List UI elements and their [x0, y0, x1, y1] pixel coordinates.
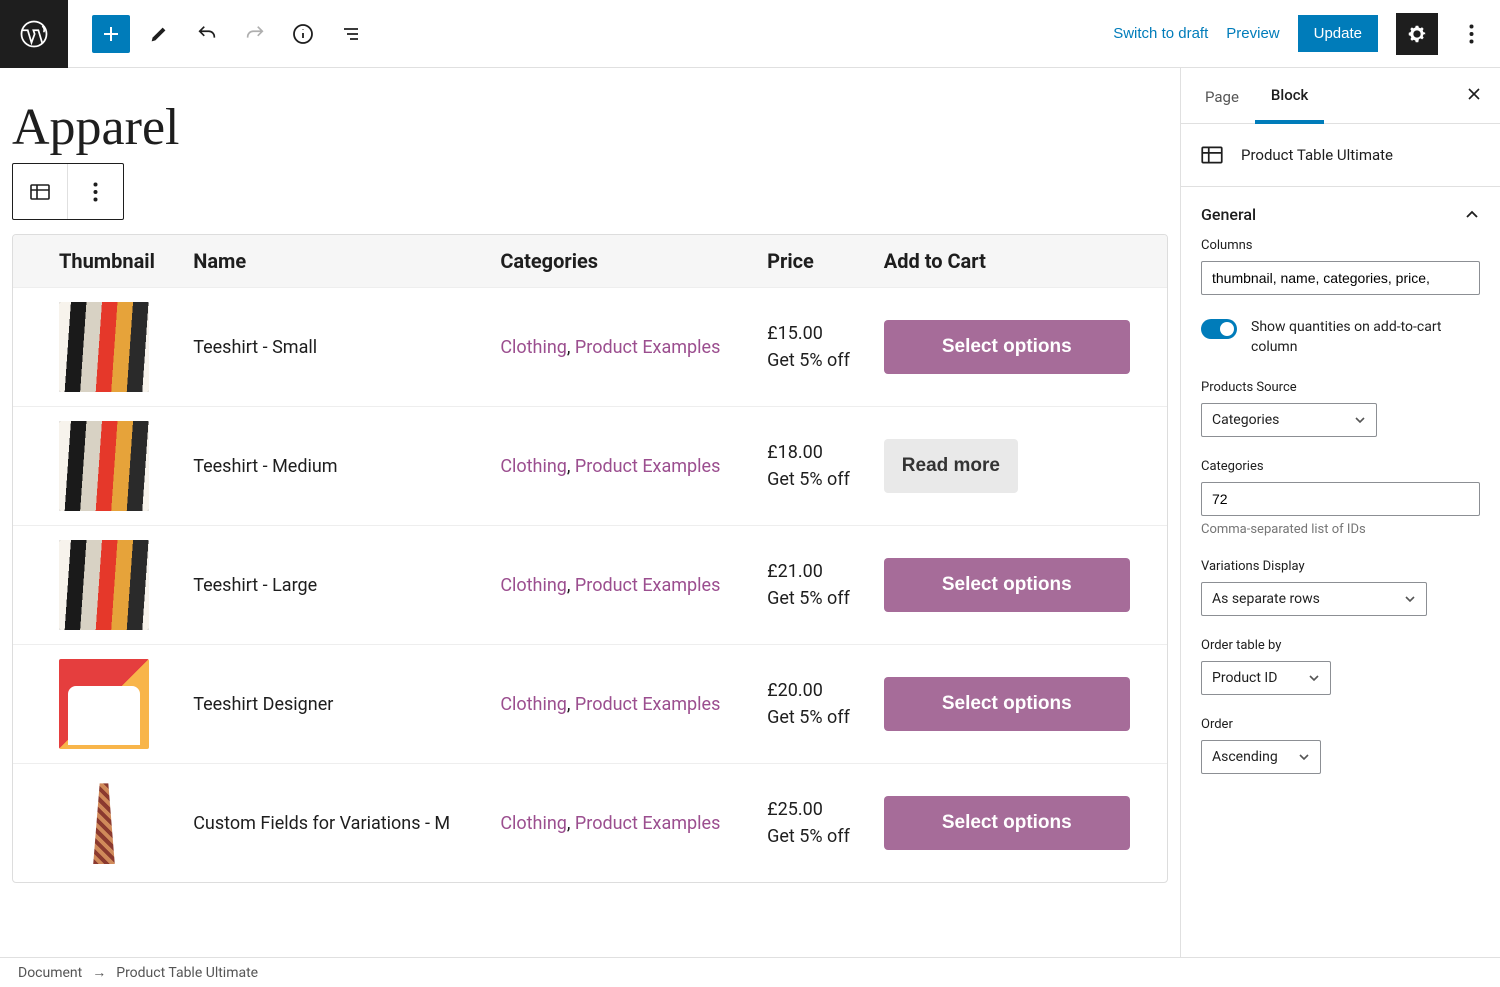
category-link[interactable]: Clothing: [500, 813, 567, 834]
product-name: Teeshirt - Small: [181, 288, 488, 407]
category-link[interactable]: Clothing: [500, 337, 567, 358]
columns-label: Columns: [1201, 238, 1480, 253]
block-type-icon[interactable]: [13, 164, 68, 219]
chevron-down-icon: [1308, 672, 1320, 684]
columns-input[interactable]: [1201, 261, 1480, 295]
product-price: £20.00Get 5% off: [755, 645, 872, 764]
show-quantities-toggle[interactable]: [1201, 319, 1237, 339]
category-link[interactable]: Product Examples: [575, 337, 720, 358]
wordpress-logo[interactable]: [0, 0, 68, 68]
preview-button[interactable]: Preview: [1226, 25, 1279, 42]
product-table-block[interactable]: Thumbnail Name Categories Price Add to C…: [12, 234, 1168, 883]
source-label: Products Source: [1201, 380, 1480, 395]
categories-help: Comma-separated list of IDs: [1201, 522, 1480, 537]
update-button[interactable]: Update: [1298, 15, 1378, 52]
col-thumbnail: Thumbnail: [13, 235, 181, 288]
product-price: £21.00Get 5% off: [755, 526, 872, 645]
orderby-select[interactable]: Product ID: [1201, 661, 1331, 695]
read-more-button[interactable]: Read more: [884, 439, 1018, 493]
info-button[interactable]: [284, 15, 322, 53]
product-thumbnail[interactable]: [59, 659, 149, 749]
col-addtocart: Add to Cart: [872, 235, 1167, 288]
block-name-label: Product Table Ultimate: [1241, 146, 1393, 164]
select-options-button[interactable]: Select options: [884, 558, 1130, 612]
categories-input[interactable]: [1201, 482, 1480, 516]
source-select[interactable]: Categories: [1201, 403, 1377, 437]
category-link[interactable]: Product Examples: [575, 694, 720, 715]
table-row: Teeshirt - LargeClothing, Product Exampl…: [13, 526, 1167, 645]
settings-button[interactable]: [1396, 13, 1438, 55]
crumb-block[interactable]: Product Table Ultimate: [116, 965, 258, 981]
category-link[interactable]: Product Examples: [575, 813, 720, 834]
chevron-down-icon: [1354, 414, 1366, 426]
more-options-button[interactable]: [1456, 14, 1486, 54]
tab-block[interactable]: Block: [1255, 68, 1324, 124]
product-name: Teeshirt - Medium: [181, 407, 488, 526]
crumb-sep: →: [92, 964, 106, 981]
breadcrumb: Document → Product Table Ultimate: [0, 957, 1500, 987]
editor-canvas: Apparel Thumbnail Name Categories Price …: [0, 68, 1180, 957]
select-options-button[interactable]: Select options: [884, 320, 1130, 374]
chevron-down-icon: [1404, 593, 1416, 605]
list-view-button[interactable]: [332, 15, 370, 53]
order-label: Order: [1201, 717, 1480, 732]
col-categories: Categories: [488, 235, 755, 288]
product-thumbnail[interactable]: [59, 421, 149, 511]
category-link[interactable]: Clothing: [500, 456, 567, 477]
table-row: Custom Fields for Variations - M Clothing…: [13, 764, 1167, 883]
product-price: £18.00Get 5% off: [755, 407, 872, 526]
add-block-button[interactable]: [92, 15, 130, 53]
product-price: £15.00Get 5% off: [755, 288, 872, 407]
show-quantities-label: Show quantities on add-to-cart column: [1251, 317, 1480, 358]
product-thumbnail[interactable]: [59, 778, 149, 868]
crumb-document[interactable]: Document: [18, 965, 82, 981]
edit-mode-button[interactable]: [140, 15, 178, 53]
chevron-up-icon: [1464, 207, 1480, 223]
col-name: Name: [181, 235, 488, 288]
block-more-icon[interactable]: [68, 164, 123, 219]
category-link[interactable]: Clothing: [500, 694, 567, 715]
settings-sidebar: Page Block Product Table Ultimate Genera…: [1180, 68, 1500, 957]
table-icon: [1199, 142, 1225, 168]
section-general-toggle[interactable]: General: [1181, 187, 1500, 238]
product-thumbnail[interactable]: [59, 302, 149, 392]
block-identity: Product Table Ultimate: [1181, 124, 1500, 187]
toolbar-left: [68, 15, 370, 53]
product-name: Teeshirt - Large: [181, 526, 488, 645]
category-link[interactable]: Clothing: [500, 575, 567, 596]
categories-label: Categories: [1201, 459, 1480, 474]
toolbar-right: Switch to draft Preview Update: [1113, 13, 1500, 55]
editor-topbar: Switch to draft Preview Update: [0, 0, 1500, 68]
page-title[interactable]: Apparel: [12, 98, 1168, 157]
orderby-label: Order table by: [1201, 638, 1480, 653]
select-options-button[interactable]: Select options: [884, 677, 1130, 731]
select-options-button[interactable]: Select options: [884, 796, 1130, 850]
undo-button[interactable]: [188, 15, 226, 53]
sidebar-tabs: Page Block: [1181, 68, 1500, 124]
redo-button[interactable]: [236, 15, 274, 53]
table-row: Teeshirt - SmallClothing, Product Exampl…: [13, 288, 1167, 407]
table-row: Teeshirt - MediumClothing, Product Examp…: [13, 407, 1167, 526]
chevron-down-icon: [1298, 751, 1310, 763]
close-sidebar-icon[interactable]: [1456, 76, 1492, 116]
col-price: Price: [755, 235, 872, 288]
order-select[interactable]: Ascending: [1201, 740, 1321, 774]
product-name: Custom Fields for Variations - M: [181, 764, 488, 883]
tab-page[interactable]: Page: [1189, 70, 1255, 122]
category-link[interactable]: Product Examples: [575, 456, 720, 477]
category-link[interactable]: Product Examples: [575, 575, 720, 596]
block-toolbar: [12, 163, 124, 220]
product-name: Teeshirt Designer: [181, 645, 488, 764]
variations-select[interactable]: As separate rows: [1201, 582, 1427, 616]
table-row: Teeshirt DesignerClothing, Product Examp…: [13, 645, 1167, 764]
switch-to-draft-button[interactable]: Switch to draft: [1113, 25, 1208, 42]
product-price: £25.00Get 5% off: [755, 764, 872, 883]
product-thumbnail[interactable]: [59, 540, 149, 630]
variations-label: Variations Display: [1201, 559, 1480, 574]
